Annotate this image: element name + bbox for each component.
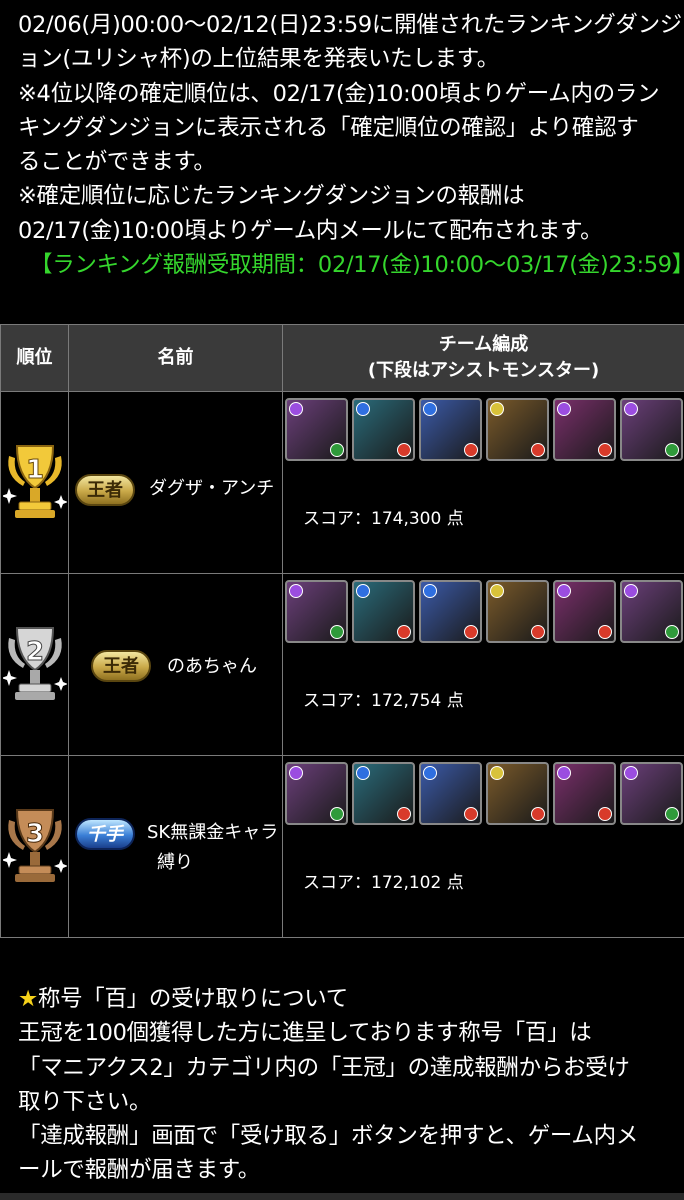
trophy-rank-number: 2 (25, 637, 43, 667)
water-fire-monster-icon (419, 580, 482, 643)
trophy-rank-number: 1 (25, 455, 43, 485)
title-badge: 千手 (75, 818, 135, 850)
title-badge: 王者 (91, 650, 151, 682)
rank-cell: 2 (0, 573, 69, 756)
intro-text: 02/06(月)00:00～02/12(日)23:59に開催されたランキングダン… (18, 8, 684, 282)
dark-wood-monster-icon (285, 398, 348, 461)
water-fire-monster-icon (419, 398, 482, 461)
header-team-title: チーム編成 (438, 334, 529, 355)
light-fire-monster-icon (486, 762, 549, 825)
notice-line: 「達成報酬」画面で「受け取る」ボタンを押すと、ゲーム内メ (18, 1123, 639, 1150)
team-lineup (285, 398, 683, 464)
name-cell: 千手 SK無課金キャラ 縛り (68, 755, 283, 938)
table-row: 1 王者 ダグザ・アンチ スコア：174,300 点 (0, 391, 684, 574)
player-name: のあちゃん (167, 656, 257, 677)
score-text: スコア：172,102 点 (303, 873, 464, 893)
dark-fire-monster-icon (553, 398, 616, 461)
name-cell: 王者 のあちゃん (68, 573, 283, 756)
header-team: チーム編成 (下段はアシストモンスター) (282, 324, 684, 392)
intro-line: 02/06(月)00:00～02/12(日)23:59に開催されたランキングダン… (18, 12, 683, 38)
bronze-trophy-icon: 3 (2, 808, 67, 882)
notice-title-line: ★称号「百」の受け取りについて (18, 982, 678, 1016)
light-fire-monster-icon (486, 580, 549, 643)
score-text: スコア：174,300 点 (303, 509, 464, 529)
player-name-line2: 縛り (157, 852, 193, 873)
notice-line: 「マニアクス2」カテゴリ内の「王冠」の達成報酬からお受け (18, 1054, 630, 1081)
intro-line: キングダンジョンに表示される「確定順位の確認」より確認す (18, 114, 639, 141)
player-name-line1: SK無課金キャラ (147, 822, 279, 843)
title-badge: 王者 (75, 474, 135, 506)
reward-period: 【ランキング報酬受取期間：02/17(金)10:00～03/17(金)23:59… (30, 252, 684, 279)
star-icon: ★ (18, 986, 38, 1012)
intro-line: ることができます。 (18, 149, 216, 176)
team-lineup (285, 580, 683, 646)
notice-line: 取り下さい。 (18, 1088, 152, 1115)
intro-line: ※確定順位に応じたランキングダンジョンの報酬は (18, 183, 525, 210)
water-fire-monster-icon (352, 580, 415, 643)
gold-trophy-icon: 1 (2, 444, 67, 518)
name-cell: 王者 ダグザ・アンチ (68, 391, 283, 574)
notice-line: ールで報酬が届きます。 (18, 1157, 260, 1184)
dark-fire-monster-icon (553, 580, 616, 643)
dark-wood-monster-icon (620, 762, 683, 825)
rank-cell: 1 (0, 391, 69, 574)
table-row: 3 千手 SK無課金キャラ 縛り スコア：172,102 点 (0, 755, 684, 938)
dark-wood-monster-icon (620, 580, 683, 643)
header-rank: 順位 (0, 324, 69, 392)
table-row: 2 王者 のあちゃん スコア：172,754 点 (0, 573, 684, 756)
silver-trophy-icon: 2 (2, 626, 67, 700)
intro-line: ※4位以降の確定順位は、02/17(金)10:00頃よりゲーム内のラン (18, 80, 660, 107)
light-fire-monster-icon (486, 398, 549, 461)
header-name: 名前 (68, 324, 283, 392)
notice-title: 称号「百」の受け取りについて (37, 986, 349, 1012)
dark-wood-monster-icon (620, 398, 683, 461)
trophy-rank-number: 3 (25, 819, 43, 849)
score-text: スコア：172,754 点 (303, 691, 464, 711)
notice-section: ★称号「百」の受け取りについて 王冠を100個獲得した方に進呈しております称号「… (18, 982, 678, 1188)
dark-wood-monster-icon (285, 580, 348, 643)
team-lineup (285, 762, 683, 828)
team-cell: スコア：172,102 点 (282, 755, 684, 938)
water-fire-monster-icon (352, 398, 415, 461)
dark-wood-monster-icon (285, 762, 348, 825)
intro-line: 02/17(金)10:00頃よりゲーム内メールにて配布されます。 (18, 217, 603, 244)
team-cell: スコア：172,754 点 (282, 573, 684, 756)
dark-fire-monster-icon (553, 762, 616, 825)
header-team-subtitle: (下段はアシストモンスター) (367, 360, 600, 381)
intro-line: ョン(ユリシャ杯)の上位結果を発表いたします。 (18, 46, 499, 73)
bottom-divider (0, 1193, 684, 1200)
water-fire-monster-icon (419, 762, 482, 825)
table-header-row: 順位 名前 チーム編成 (下段はアシストモンスター) (0, 324, 684, 392)
rank-cell: 3 (0, 755, 69, 938)
ranking-table: 順位 名前 チーム編成 (下段はアシストモンスター) 1 王者 ダグザ・アンチ … (0, 324, 684, 938)
team-cell: スコア：174,300 点 (282, 391, 684, 574)
player-name: ダグザ・アンチ (149, 478, 275, 499)
notice-line: 王冠を100個獲得した方に進呈しております称号「百」は (18, 1020, 592, 1047)
water-fire-monster-icon (352, 762, 415, 825)
